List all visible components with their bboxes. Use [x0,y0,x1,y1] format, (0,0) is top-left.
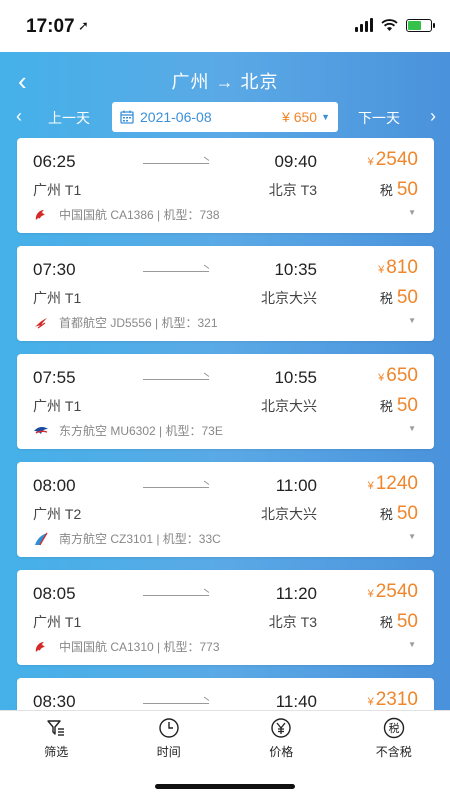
wifi-icon [381,18,398,31]
flight-card[interactable]: 07:30 10:35 ¥810 广州 T1 北京大兴 税 50 首都航空 JD5… [17,246,434,341]
status-icons [355,18,435,32]
ticket-price: ¥810 [378,257,418,278]
china-eastern-logo-icon [34,426,48,434]
lowest-price: ¥ 650 [282,109,318,125]
route-title: 广州 → 北京 [171,72,279,92]
tab-label: 价格 [269,745,294,759]
battery-icon [406,18,435,32]
home-indicator-area [0,762,450,800]
bottom-tab-bar: 筛选 时间 价格 税 不含税 [0,710,450,762]
arrival-time: 10:55 [274,368,317,387]
departure-airport: 广州 T1 [33,398,82,414]
cellular-signal-icon [355,18,373,32]
arrival-airport: 北京大兴 [261,290,317,306]
tax-amount: 税 50 [379,179,418,200]
airline-info: 中国国航 CA1310 | 机型：773 [33,638,220,655]
airline-info: 东方航空 MU6302 | 机型：73E [33,422,223,439]
departure-time: 07:30 [33,260,76,279]
departure-airport: 广州 T2 [33,506,82,522]
ticket-price: ¥2540 [367,581,418,602]
flight-card[interactable]: 08:00 11:00 ¥1240 广州 T2 北京大兴 税 50 南方航空 CZ… [17,462,434,557]
tax-amount: 税 50 [379,611,418,632]
ticket-price: ¥650 [378,365,418,386]
capital-airlines-logo-icon [35,317,47,328]
expand-caret-icon[interactable]: ▼ [408,208,416,217]
route-arrow-icon [143,379,209,380]
calendar-icon [120,110,134,124]
status-bar: 17:07 ➚ [0,0,450,52]
airline-info: 中国国航 CA1386 | 机型：738 [33,206,220,223]
tab-label: 时间 [156,745,181,759]
prev-day-button[interactable]: 上一天 [48,108,90,128]
departure-time: 08:05 [33,584,76,603]
arrival-airport: 北京大兴 [261,506,317,522]
ticket-price: ¥2310 [367,689,418,710]
arrival-time: 11:40 [275,692,317,711]
location-arrow-icon: ➚ [78,18,89,33]
clock-icon [159,718,179,738]
date-picker[interactable]: 2021-06-08 ¥ 650 ▼ [112,102,338,132]
arrival-airport: 北京 T3 [268,614,317,630]
china-southern-logo-icon [35,532,48,545]
tax-amount: 税 50 [379,287,418,308]
status-time: 17:07 [26,16,75,37]
tab-price[interactable]: 价格 [225,711,338,762]
ticket-price: ¥1240 [367,473,418,494]
arrival-time: 11:20 [275,584,317,603]
tax-amount: 税 50 [379,395,418,416]
yen-circle-icon [271,718,291,738]
departure-time: 06:25 [33,152,76,171]
arrival-time: 11:00 [275,476,317,495]
route-arrow-icon [143,487,209,488]
tax-circle-icon: 税 [383,717,404,739]
filter-icon [47,720,65,736]
departure-airport: 广州 T1 [33,182,82,198]
departure-time: 07:55 [33,368,76,387]
tab-filter[interactable]: 筛选 [0,711,113,762]
ticket-price: ¥2540 [367,149,418,170]
route-arrow-icon [143,163,209,164]
departure-time: 08:00 [33,476,76,495]
arrival-airport: 北京 T3 [268,182,317,198]
airline-info: 首都航空 JD5556 | 机型：321 [33,314,218,331]
tab-tax-excluded[interactable]: 税 不含税 [338,711,450,762]
departure-time: 08:30 [33,692,76,711]
tab-time[interactable]: 时间 [113,711,226,762]
tax-amount: 税 50 [379,503,418,524]
departure-airport: 广州 T1 [33,614,82,630]
caret-down-icon: ▼ [321,112,330,122]
expand-caret-icon[interactable]: ▼ [408,640,416,649]
expand-caret-icon[interactable]: ▼ [408,316,416,325]
expand-caret-icon[interactable]: ▼ [408,424,416,433]
arrival-airport: 北京大兴 [261,398,317,414]
arrival-time: 10:35 [274,260,317,279]
tab-label: 不含税 [375,745,412,759]
tab-label: 筛选 [44,745,69,759]
route-arrow-icon [143,271,209,272]
selected-date: 2021-06-08 [140,109,212,125]
departure-airport: 广州 T1 [33,290,82,306]
flight-card[interactable]: 06:25 09:40 ¥2540 广州 T1 北京 T3 税 50 中国国航 C… [17,138,434,233]
next-day-button[interactable]: 下一天 [358,108,400,128]
arrival-time: 09:40 [274,152,317,171]
svg-text:税: 税 [388,721,399,735]
air-china-logo-icon [35,641,45,652]
flight-card[interactable]: 07:55 10:55 ¥650 广州 T1 北京大兴 税 50 东方航空 MU6… [17,354,434,449]
prev-chevron-icon[interactable]: ‹ [16,106,22,127]
expand-caret-icon[interactable]: ▼ [408,532,416,541]
route-arrow-icon [143,595,209,596]
next-chevron-icon[interactable]: › [430,106,436,127]
air-china-logo-icon [35,209,45,220]
date-selector-row: ‹ 上一天 2021-06-08 ¥ 650 ▼ 下一天 › [0,102,450,132]
route-arrow-icon [143,703,209,704]
home-indicator [155,784,295,789]
airline-info: 南方航空 CZ3101 | 机型：33C [33,530,221,547]
flight-card[interactable]: 08:05 11:20 ¥2540 广州 T1 北京 T3 税 50 中国国航 C… [17,570,434,665]
